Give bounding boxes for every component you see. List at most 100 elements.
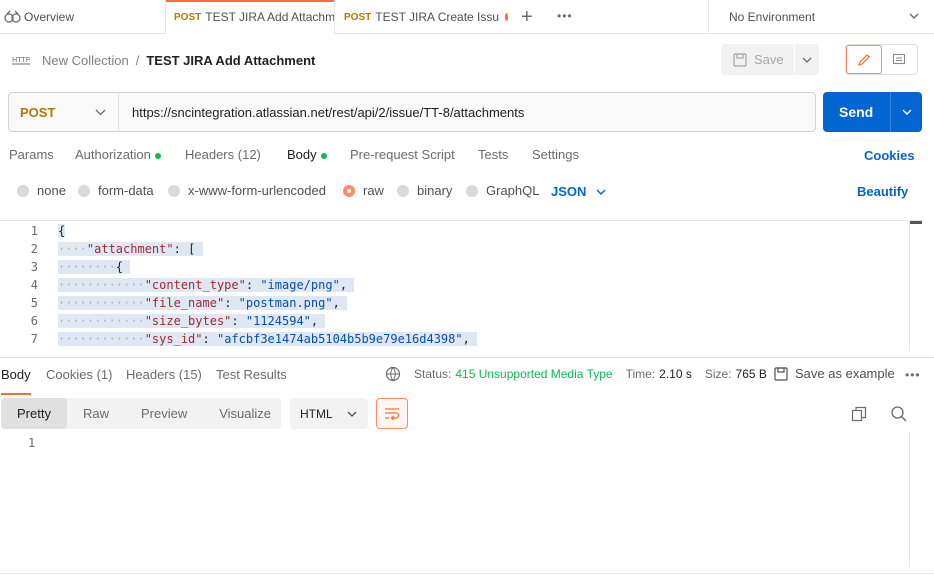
save-as-example-label: Save as example xyxy=(795,366,895,381)
view-pretty[interactable]: Pretty xyxy=(1,398,67,429)
response-tab-headers[interactable]: Headers (15) xyxy=(126,367,202,382)
tab-overview-label: Overview xyxy=(24,10,75,24)
beautify-link[interactable]: Beautify xyxy=(857,184,908,199)
view-preview[interactable]: Preview xyxy=(125,398,203,429)
tab-params[interactable]: Params xyxy=(9,147,54,162)
response-tab-cookies[interactable]: Cookies (1) xyxy=(46,367,112,382)
send-button[interactable]: Send xyxy=(823,104,890,120)
editor-scrollbar[interactable] xyxy=(909,220,922,351)
response-scrollbar[interactable] xyxy=(909,432,910,567)
tab-label: Test Results xyxy=(216,367,287,382)
status-value[interactable]: 415 Unsupported Media Type xyxy=(455,367,612,381)
line-number: 6 xyxy=(30,314,38,328)
status-dot xyxy=(154,152,161,159)
code-token: "attachment" xyxy=(86,242,174,256)
method-value: POST xyxy=(20,104,56,120)
chevron-down-icon xyxy=(596,189,606,195)
wrap-lines-button[interactable] xyxy=(376,398,408,429)
tab-body[interactable]: Body xyxy=(287,147,327,162)
tab-bar: Overview POST TEST JIRA Add Attachm POST… xyxy=(0,0,934,34)
code-text: ········{ xyxy=(58,260,131,274)
body-format-select[interactable]: JSON xyxy=(551,184,606,199)
documentation-mode-button[interactable] xyxy=(882,45,917,74)
code-token: : xyxy=(202,332,210,346)
line-number: 5 xyxy=(30,296,38,310)
pencil-icon xyxy=(857,53,870,66)
tab-tests[interactable]: Tests xyxy=(478,147,508,162)
radio-raw[interactable]: raw xyxy=(343,183,384,198)
response-line-number: 1 xyxy=(28,436,36,450)
tab-label: Body xyxy=(1,367,31,382)
radio-form-data[interactable]: form-data xyxy=(78,183,154,198)
tab-headers[interactable]: Headers (12) xyxy=(185,147,261,162)
radio-circle xyxy=(78,184,90,197)
radio-binary[interactable]: binary xyxy=(397,183,452,198)
size-value[interactable]: 765 B xyxy=(736,367,767,381)
copy-icon[interactable] xyxy=(851,406,867,422)
code-line: 3 ········{ xyxy=(0,258,922,276)
save-label: Save xyxy=(754,52,784,67)
code-token: : xyxy=(231,314,239,328)
radio-label: none xyxy=(37,183,66,198)
code-text: { xyxy=(58,224,66,238)
view-mode-toggle xyxy=(845,44,918,75)
active-tab-indicator xyxy=(166,0,334,2)
save-dropdown[interactable] xyxy=(795,55,819,65)
radio-none[interactable]: none xyxy=(17,183,66,198)
radio-x-www-form-urlencoded[interactable]: x-www-form-urlencoded xyxy=(168,183,326,198)
url-input[interactable] xyxy=(119,93,815,131)
tab-label: Settings xyxy=(532,147,579,162)
code-token: "content_type" xyxy=(144,278,246,292)
send-button-group: Send xyxy=(823,92,922,132)
radio-circle xyxy=(397,184,409,197)
tab-create-issue[interactable]: POST TEST JIRA Create Issu xyxy=(336,0,508,34)
breadcrumb-collection[interactable]: New Collection xyxy=(42,53,129,68)
breadcrumb: HTTP New Collection / TEST JIRA Add Atta… xyxy=(12,50,315,70)
code-token: : xyxy=(224,296,232,310)
new-tab-plus-icon[interactable]: + xyxy=(521,6,533,29)
tab-title: TEST JIRA Create Issu xyxy=(375,10,500,24)
edit-mode-button[interactable] xyxy=(846,45,882,74)
environment-select[interactable]: No Environment xyxy=(708,0,934,34)
response-tab-body[interactable]: Body xyxy=(1,367,31,395)
globe-icon[interactable] xyxy=(385,366,403,382)
request-body-editor[interactable]: 1 { 2 ····"attachment": [ 3 ········{ 4 … xyxy=(0,220,922,351)
chevron-down-icon xyxy=(347,411,357,417)
body-type-radios: none form-data x-www-form-urlencoded raw… xyxy=(0,183,934,201)
tab-pre-request-script[interactable]: Pre-request Script xyxy=(350,147,455,162)
code-line: 7 ············"sys_id": "afcbf3e1474ab51… xyxy=(0,330,922,348)
save-button[interactable]: Save xyxy=(721,44,795,75)
scrollbar-thumb[interactable] xyxy=(910,221,922,224)
tab-settings[interactable]: Settings xyxy=(532,147,579,162)
more-tabs-icon[interactable]: ••• xyxy=(557,9,573,23)
save-as-example-button[interactable]: Save as example xyxy=(774,366,895,381)
tab-method: POST xyxy=(344,11,372,23)
breadcrumb-separator: / xyxy=(135,52,140,68)
response-format-select[interactable]: HTML xyxy=(290,398,368,429)
tab-count: (15) xyxy=(178,367,202,382)
radio-label: GraphQL xyxy=(486,183,540,198)
search-icon[interactable] xyxy=(890,405,908,423)
view-raw[interactable]: Raw xyxy=(67,398,125,429)
send-dropdown[interactable] xyxy=(890,92,922,132)
tab-overview[interactable]: Overview xyxy=(0,0,165,34)
method-select[interactable]: POST xyxy=(9,93,119,131)
tab-add-attachment[interactable]: POST TEST JIRA Add Attachm xyxy=(165,0,335,34)
time-value[interactable]: 2.10 s xyxy=(659,367,692,381)
chevron-down-icon xyxy=(802,57,812,63)
more-options-icon[interactable]: ••• xyxy=(905,368,921,382)
view-visualize[interactable]: Visualize xyxy=(203,398,287,429)
code-token: [ xyxy=(188,242,196,256)
code-token: "image/png" xyxy=(260,278,340,292)
url-bar: POST xyxy=(8,92,816,132)
code-token: "1124594" xyxy=(245,314,311,328)
tab-label: Tests xyxy=(478,147,509,162)
tab-label: Authorization xyxy=(75,147,151,162)
radio-graphql[interactable]: GraphQL xyxy=(466,183,539,198)
tab-authorization[interactable]: Authorization xyxy=(75,147,161,162)
response-tab-test-results[interactable]: Test Results xyxy=(216,367,287,382)
breadcrumb-request-title[interactable]: TEST JIRA Add Attachment xyxy=(146,53,315,68)
cookies-link[interactable]: Cookies xyxy=(864,148,915,163)
tab-method: POST xyxy=(174,11,202,23)
code-token: "postman.png" xyxy=(238,296,333,310)
